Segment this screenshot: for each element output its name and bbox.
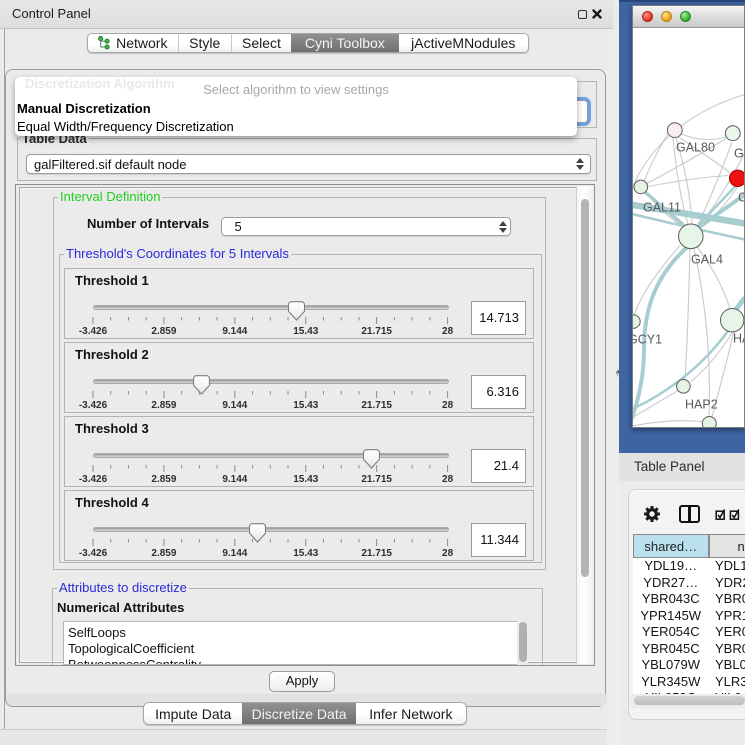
svg-text:HA: HA xyxy=(733,332,744,346)
svg-text:GCY1: GCY1 xyxy=(633,333,662,347)
svg-text:GAL80: GAL80 xyxy=(676,141,715,155)
svg-text:GAL11: GAL11 xyxy=(643,201,681,215)
svg-text:GAL4: GAL4 xyxy=(691,253,723,267)
svg-text:GA: GA xyxy=(734,147,744,161)
svg-text:CD: CD xyxy=(738,191,744,205)
svg-text:HAP2: HAP2 xyxy=(685,398,718,412)
